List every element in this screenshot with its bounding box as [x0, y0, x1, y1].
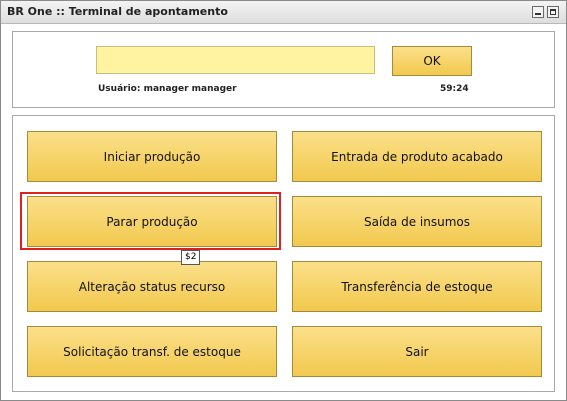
window-title: BR One :: Terminal de apontamento	[7, 5, 228, 18]
user-label: Usuário: manager manager	[98, 84, 237, 94]
saida-insumos-button[interactable]: Saída de insumos	[292, 196, 542, 247]
solicitacao-transf-estoque-button[interactable]: Solicitação transf. de estoque	[27, 326, 277, 377]
code-input[interactable]	[96, 46, 375, 74]
ok-button[interactable]: OK	[392, 46, 472, 76]
title-bar: BR One :: Terminal de apontamento	[1, 1, 566, 24]
shortcut-tooltip: $2	[181, 250, 201, 265]
transferencia-estoque-button[interactable]: Transferência de estoque	[292, 261, 542, 312]
session-timer: 59:24	[440, 84, 469, 94]
alteracao-status-recurso-button[interactable]: Alteração status recurso	[27, 261, 277, 312]
iniciar-producao-button[interactable]: Iniciar produção	[27, 131, 277, 182]
parar-producao-button[interactable]: Parar produção	[27, 196, 277, 247]
maximize-icon[interactable]	[547, 6, 559, 18]
minimize-icon[interactable]	[532, 6, 544, 18]
entrada-produto-acabado-button[interactable]: Entrada de produto acabado	[292, 131, 542, 182]
sair-button[interactable]: Sair	[292, 326, 542, 377]
